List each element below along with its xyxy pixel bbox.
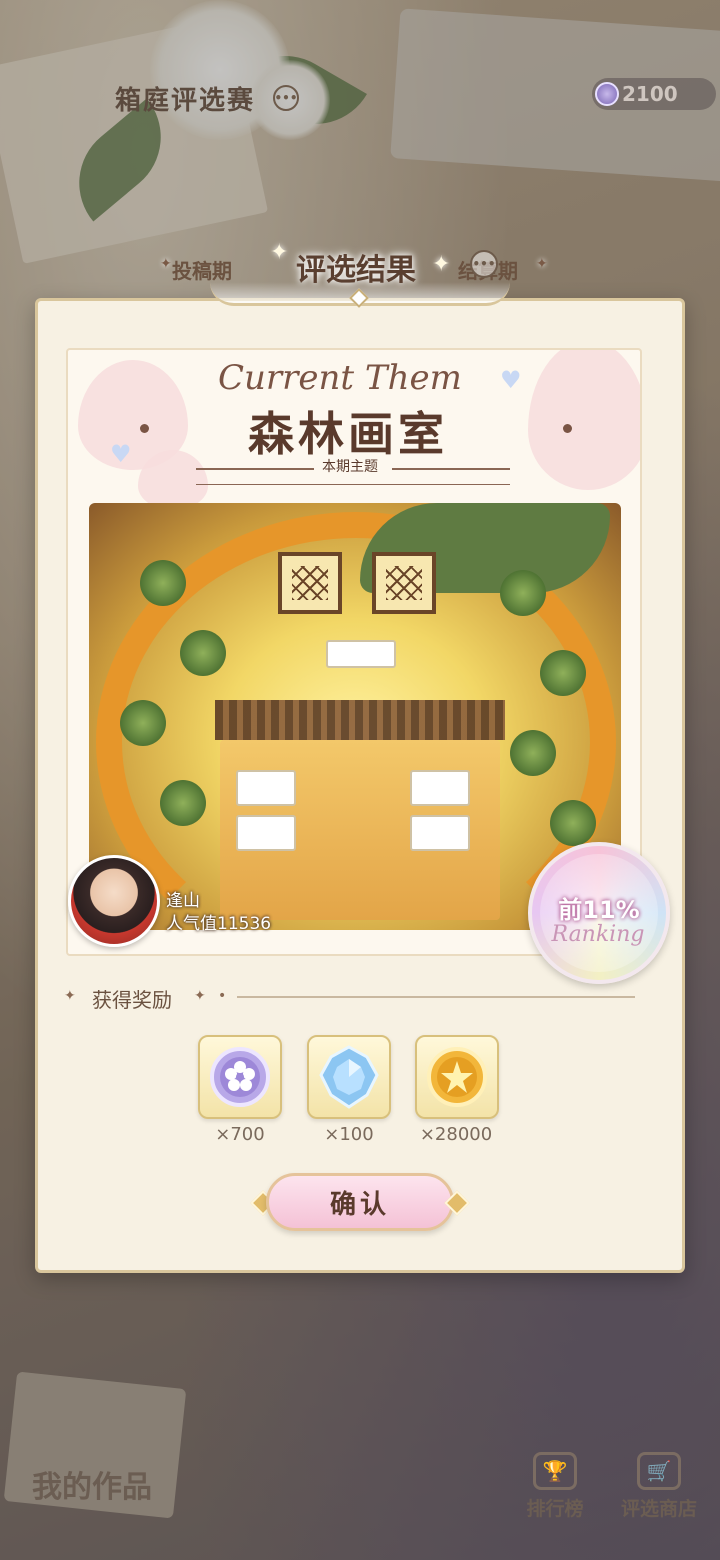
popularity-value: 人气值11536 <box>166 914 272 934</box>
palm-tree <box>500 570 546 616</box>
sparkle-icon: ✦ <box>432 252 451 277</box>
dining-table <box>410 815 470 851</box>
lattice-window <box>372 552 436 614</box>
wooden-fence <box>215 700 505 740</box>
palm-tree <box>160 780 206 826</box>
more-dots-icon[interactable]: ••• <box>273 85 299 111</box>
confirm-button[interactable]: 确认 <box>266 1173 454 1231</box>
ranking-value: 前11% <box>558 896 640 924</box>
sparkle-icon: ✦ <box>64 988 76 1004</box>
reward-item[interactable] <box>415 1035 499 1119</box>
palm-tree <box>510 730 556 776</box>
sparkle-icon: ✦ <box>194 988 206 1004</box>
shop-label: 评选商店 <box>620 1498 697 1520</box>
author-name: 逢山 <box>166 891 200 911</box>
flower-coin-icon <box>595 82 619 106</box>
theme-english-title: Current Them <box>218 358 462 398</box>
my-works-button[interactable]: 我的作品 <box>32 1462 152 1506</box>
palm-tree <box>540 650 586 696</box>
crystal-icon <box>319 1045 379 1109</box>
star-coin-icon <box>427 1047 487 1107</box>
leaderboard-button[interactable]: 🏆 排行榜 <box>510 1452 600 1521</box>
heart-icon: ♥ <box>110 440 132 468</box>
strawberry-decoration <box>528 350 640 490</box>
sparkle-icon: ✦ <box>160 256 172 272</box>
flower-coin-icon <box>210 1047 270 1107</box>
palm-tree <box>550 800 596 846</box>
page-title: 箱庭评选赛 <box>115 86 256 116</box>
dining-table <box>236 815 296 851</box>
ranking-label: Ranking <box>551 922 645 947</box>
divider-line <box>392 468 510 470</box>
heart-icon: ♥ <box>500 366 522 394</box>
divider-line <box>196 468 314 470</box>
currency-value: 2100 <box>622 82 678 106</box>
dining-table <box>236 770 296 806</box>
dining-table <box>410 770 470 806</box>
dot-ornament: • <box>218 988 227 1004</box>
palm-tree <box>180 630 226 676</box>
rewards-title: 获得奖励 <box>92 988 172 1012</box>
palm-tree <box>120 700 166 746</box>
center-table <box>326 640 396 668</box>
reward-quantity: ×700 <box>215 1124 265 1145</box>
shop-basket-icon: 🛒 <box>637 1452 681 1490</box>
shop-button[interactable]: 🛒 评选商店 <box>614 1452 704 1521</box>
lattice-window <box>278 552 342 614</box>
trophy-icon: 🏆 <box>533 1452 577 1490</box>
leaderboard-label: 排行榜 <box>526 1498 584 1520</box>
reward-item[interactable] <box>307 1035 391 1119</box>
author-avatar[interactable] <box>68 855 160 947</box>
theme-subtitle: 本期主题 <box>322 459 378 475</box>
strawberry-decoration <box>138 450 208 510</box>
dot-ornament <box>563 424 572 433</box>
reward-quantity: ×28000 <box>419 1124 493 1145</box>
reward-quantity: ×100 <box>324 1124 374 1145</box>
sparkle-icon: ✦ <box>270 240 289 265</box>
divider-line <box>196 484 510 485</box>
dot-ornament <box>140 424 149 433</box>
sparkle-icon: ✦ <box>536 256 548 272</box>
reward-item[interactable] <box>198 1035 282 1119</box>
divider-line <box>237 996 635 998</box>
palm-tree <box>140 560 186 606</box>
theme-title: 森林画室 <box>248 407 448 461</box>
phase-submission: 投稿期 <box>172 259 232 283</box>
more-dots-icon[interactable]: ••• <box>470 250 498 278</box>
